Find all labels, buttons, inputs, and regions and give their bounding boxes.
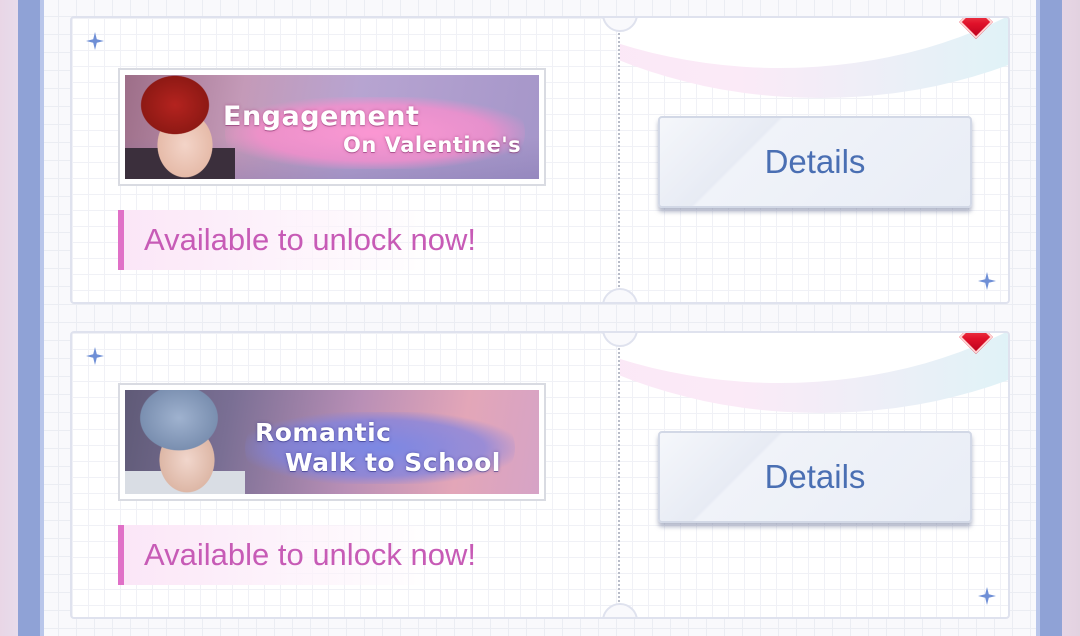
unlock-status: Available to unlock now! xyxy=(118,210,538,270)
details-button[interactable]: Details xyxy=(658,116,972,208)
banner-title-line1: Romantic xyxy=(255,418,392,447)
banner-title-line2: On Valentine's xyxy=(343,133,522,157)
story-card: Romantic Walk to School Available to unl… xyxy=(70,331,1010,619)
sparkle-icon xyxy=(86,347,104,365)
character-illustration xyxy=(125,75,235,179)
banner-title-line2: Walk to School xyxy=(285,448,501,477)
banner-title-line1: Engagement xyxy=(223,101,420,132)
perforated-divider xyxy=(618,18,620,302)
unlock-status: Available to unlock now! xyxy=(118,525,538,585)
sparkle-icon xyxy=(978,272,996,290)
character-illustration xyxy=(125,390,245,494)
story-banner-art: Romantic Walk to School xyxy=(125,390,539,494)
story-banner[interactable]: Engagement On Valentine's xyxy=(118,68,546,186)
sparkle-icon xyxy=(86,32,104,50)
story-banner-art: Engagement On Valentine's xyxy=(125,75,539,179)
story-banner[interactable]: Romantic Walk to School xyxy=(118,383,546,501)
story-card: Engagement On Valentine's Available to u… xyxy=(70,16,1010,304)
perforated-divider xyxy=(618,333,620,617)
details-button[interactable]: Details xyxy=(658,431,972,523)
sparkle-icon xyxy=(978,587,996,605)
